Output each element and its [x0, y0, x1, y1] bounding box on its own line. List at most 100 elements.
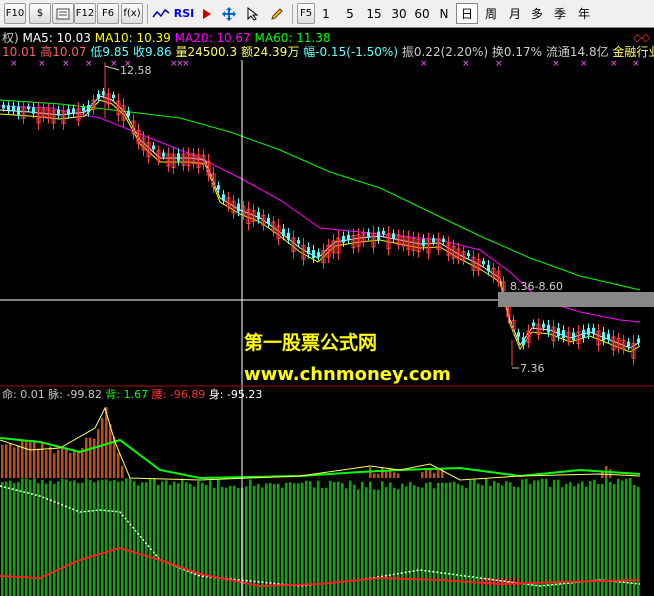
indicator-bar-green [257, 483, 260, 596]
indicator-bar-green [597, 484, 600, 596]
candle-body [482, 260, 485, 265]
indicator-bar-green [297, 483, 300, 596]
signal-mark: × [580, 59, 588, 69]
indicator-a: 命: 0.01 [2, 388, 45, 401]
indicator-bar-red [433, 472, 436, 478]
indicator-bar-green [189, 483, 192, 596]
indicator-bar-green [125, 478, 128, 596]
candle-body [287, 232, 290, 240]
indicator-bar-green [473, 479, 476, 596]
indicator-bar-green [393, 487, 396, 596]
ma5-line [0, 95, 641, 349]
indicator-bar-green [201, 482, 204, 596]
indicator-bar-red [1, 444, 4, 478]
indicator-bar-green [149, 479, 152, 596]
signal-mark: × [182, 59, 190, 69]
indicator-bar-red [105, 407, 108, 478]
indicator-bar-green [197, 480, 200, 596]
indicator-bar-green [105, 479, 108, 596]
signal-mark: × [38, 59, 46, 69]
candle-body [392, 233, 395, 240]
indicator-bar-green [21, 478, 24, 596]
indicator-bar-green [97, 480, 100, 596]
candle-body [237, 203, 240, 212]
candle-body [487, 264, 490, 272]
indicator-bar-green [93, 482, 96, 596]
indicator-bar-red [369, 467, 372, 478]
indicator-bar-green [537, 480, 540, 596]
indicator-bar-green [281, 487, 284, 596]
indicator-bar-green [253, 485, 256, 596]
indicator-bar-red [93, 438, 96, 478]
indicator-bar-red [385, 471, 388, 478]
indicator-bar-red [61, 446, 64, 478]
indicator-bar-green [121, 480, 124, 596]
candle-body [217, 185, 220, 190]
indicator-bar-green [321, 488, 324, 596]
indicator-bar-green [277, 483, 280, 596]
indicator-bar-green [25, 478, 28, 596]
candle-body [27, 106, 30, 110]
indicator-bar-green [209, 480, 212, 596]
indicator-bar-red [377, 473, 380, 478]
candle-body [257, 212, 260, 220]
indicator-bar-green [629, 478, 632, 596]
indicator-bar-red [421, 472, 424, 478]
indicator-bar-green [37, 483, 40, 596]
indicator-b: 脉: -99.82 [48, 388, 102, 401]
candle-body [12, 105, 15, 111]
indicator-bar-red [73, 449, 76, 478]
candle-body [307, 247, 310, 255]
candle-body [347, 234, 350, 241]
indicator-bar-green [65, 479, 68, 596]
indicator-bar-red [21, 439, 24, 478]
indicator-bar-green [305, 480, 308, 596]
indicator-bar-red [393, 472, 396, 478]
candle-body [57, 109, 60, 116]
indicator-bar-green [609, 481, 612, 596]
candle-body [547, 324, 550, 333]
indicator-bar-green [373, 489, 376, 596]
indicator-bar-green [173, 481, 176, 596]
indicator-bar-green [545, 478, 548, 596]
indicator-line-white [0, 485, 641, 587]
candle-body [532, 322, 535, 327]
indicator-bar-green [137, 485, 140, 596]
candle-body [467, 253, 470, 257]
indicator-bar-green [477, 483, 480, 596]
indicator-bar-green [101, 479, 104, 596]
high-price-label: 12.58 [120, 64, 152, 77]
candle-body [522, 337, 525, 345]
indicator-bar-green [269, 483, 272, 596]
candle-body [17, 106, 20, 115]
indicator-bar-green [301, 482, 304, 596]
indicator-bar-green [49, 480, 52, 596]
indicator-bar-green [625, 478, 628, 596]
indicator-bar-green [289, 482, 292, 596]
indicator-bar-green [113, 480, 116, 596]
indicator-bar-red [109, 423, 112, 478]
indicator-bar-green [621, 480, 624, 596]
indicator-bar-green [577, 483, 580, 596]
indicator-bar-green [525, 478, 528, 596]
indicator-bar-green [81, 482, 84, 596]
indicator-line-yellow [0, 406, 641, 481]
indicator-bar-green [153, 478, 156, 596]
kline-chart[interactable]: × × × × × × ××× × × × × × × × 12.58 8.36-8.60 7.36 [0, 0, 654, 596]
candle-body [557, 328, 560, 337]
indicator-e: 身: -95.23 [208, 388, 263, 401]
indicator-bar-red [373, 473, 376, 478]
indicator-bar-green [285, 482, 288, 596]
indicator-bar-green [325, 487, 328, 596]
indicator-bar-red [69, 452, 72, 478]
candle-body [282, 228, 285, 236]
indicator-d: 腰: -96.89 [151, 388, 206, 401]
indicator-bar-green [377, 489, 380, 596]
low-price-label: 7.36 [520, 362, 545, 375]
candle-body [162, 152, 165, 157]
indicator-bar-green [169, 484, 172, 596]
indicator-bar-green [617, 478, 620, 596]
indicator-bar-green [333, 482, 336, 596]
indicator-bar-red [397, 473, 400, 478]
candle-body [127, 110, 130, 117]
